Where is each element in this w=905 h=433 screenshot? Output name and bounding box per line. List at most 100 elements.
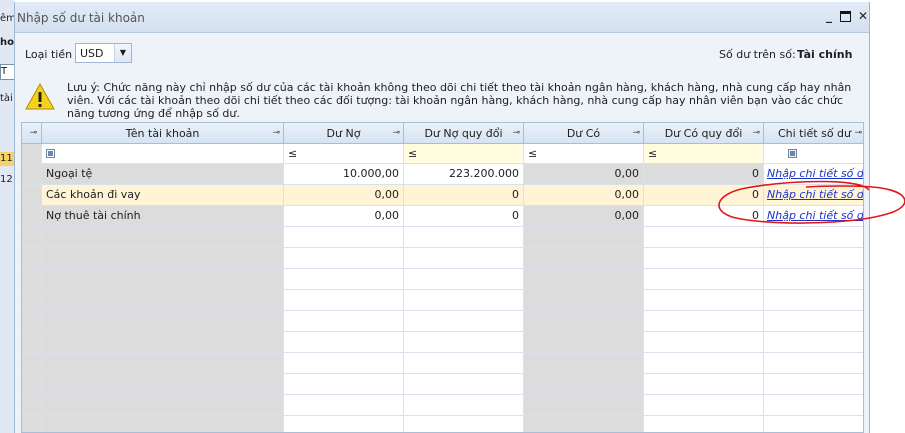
dialog-titlebar[interactable]: Nhập số dư tài khoản _ ✕ xyxy=(15,2,869,33)
empty-grid-cell xyxy=(644,332,764,353)
close-icon: ✕ xyxy=(857,9,869,23)
pin-icon[interactable]: ⊸ xyxy=(392,123,400,144)
empty-grid-cell xyxy=(22,416,42,432)
credit-converted-cell: 0 xyxy=(644,164,764,185)
debit-cell[interactable]: 10.000,00 xyxy=(284,164,404,185)
row-indicator[interactable] xyxy=(22,206,42,227)
empty-grid-cell xyxy=(42,269,284,290)
pin-icon[interactable]: ⊸ xyxy=(512,123,520,144)
maximize-button[interactable] xyxy=(837,8,853,24)
filter-checkbox-icon[interactable] xyxy=(46,149,55,158)
account-name-cell: Các khoản đi vay xyxy=(42,185,284,206)
balance-book-value: Tài chính xyxy=(797,48,853,61)
filter-checkbox-icon[interactable] xyxy=(788,149,797,158)
empty-grid-cell xyxy=(404,248,524,269)
row-indicator-header[interactable]: ⊸ xyxy=(22,123,42,144)
empty-grid-cell xyxy=(644,269,764,290)
dialog-title: Nhập số dư tài khoản xyxy=(17,11,145,25)
filter-credit[interactable]: ≤ xyxy=(524,144,644,164)
account-name-cell: Nợ thuê tài chính xyxy=(42,206,284,227)
empty-grid-cell xyxy=(404,227,524,248)
column-header-debit-converted[interactable]: Dư Nợ quy đổi ⊸ xyxy=(404,123,524,144)
column-header-credit-converted[interactable]: Dư Có quy đổi ⊸ xyxy=(644,123,764,144)
background-fragment: 12 xyxy=(0,174,13,185)
empty-grid-cell xyxy=(284,290,404,311)
filter-indicator-cell xyxy=(22,144,42,164)
grid-empty-area xyxy=(22,227,863,432)
empty-grid-cell xyxy=(764,290,863,311)
minimize-button[interactable]: _ xyxy=(821,8,837,24)
row-indicator[interactable] xyxy=(22,185,42,206)
enter-balance-detail-link[interactable]: Nhập chi tiết số dư xyxy=(767,209,863,222)
debit-cell[interactable]: 0,00 xyxy=(284,185,404,206)
filter-balance-detail[interactable] xyxy=(764,144,863,164)
empty-grid-cell xyxy=(284,395,404,416)
empty-grid-cell xyxy=(524,353,644,374)
empty-grid-cell xyxy=(644,395,764,416)
empty-grid-cell xyxy=(644,374,764,395)
debit-converted-cell[interactable]: 0 xyxy=(404,185,524,206)
empty-grid-cell xyxy=(284,227,404,248)
pin-icon[interactable]: ⊸ xyxy=(854,123,862,144)
empty-grid-cell xyxy=(42,374,284,395)
column-header-balance-detail[interactable]: Chi tiết số dư ⊸ xyxy=(764,123,863,144)
empty-grid-cell xyxy=(22,395,42,416)
enter-balance-detail-link[interactable]: Nhập chi tiết số dư xyxy=(767,188,863,201)
empty-grid-cell xyxy=(22,332,42,353)
empty-grid-cell xyxy=(404,374,524,395)
empty-grid-cell xyxy=(764,248,863,269)
empty-grid-cell xyxy=(404,290,524,311)
note-text: Lưu ý: Chức năng này chỉ nhập số dư của … xyxy=(67,81,852,120)
debit-cell[interactable]: 0,00 xyxy=(284,206,404,227)
empty-grid-cell xyxy=(42,227,284,248)
empty-grid-cell xyxy=(764,374,863,395)
empty-grid-cell xyxy=(644,416,764,432)
empty-grid-cell xyxy=(524,290,644,311)
empty-grid-cell xyxy=(22,227,42,248)
filter-debit[interactable]: ≤ xyxy=(284,144,404,164)
column-header-debit[interactable]: Dư Nợ ⊸ xyxy=(284,123,404,144)
credit-converted-cell[interactable]: 0 xyxy=(644,206,764,227)
empty-grid-cell xyxy=(524,248,644,269)
credit-cell[interactable]: 0,00 xyxy=(524,185,644,206)
debit-converted-cell[interactable]: 223.200.000 xyxy=(404,164,524,185)
close-button[interactable]: ✕ xyxy=(855,8,871,24)
empty-grid-cell xyxy=(42,395,284,416)
row-indicator[interactable] xyxy=(22,164,42,185)
debit-converted-cell[interactable]: 0 xyxy=(404,206,524,227)
background-fragment: 11 xyxy=(0,152,14,166)
empty-grid-cell xyxy=(404,353,524,374)
empty-grid-cell xyxy=(284,353,404,374)
empty-grid-cell xyxy=(284,311,404,332)
filter-account-name[interactable] xyxy=(42,144,284,164)
currency-select[interactable]: USD ▼ xyxy=(75,43,132,63)
column-header-account-name[interactable]: Tên tài khoản ⊸ xyxy=(42,123,284,144)
balance-detail-cell: Nhập chi tiết số dư xyxy=(764,164,863,185)
background-fragment: tài xyxy=(0,93,13,104)
empty-grid-cell xyxy=(42,353,284,374)
filter-credit-converted[interactable]: ≤ xyxy=(644,144,764,164)
empty-grid-cell xyxy=(22,353,42,374)
column-header-credit[interactable]: Dư Có ⊸ xyxy=(524,123,644,144)
empty-grid-cell xyxy=(524,227,644,248)
balance-entry-dialog: Nhập số dư tài khoản _ ✕ Loại tiền USD ▼… xyxy=(14,2,905,433)
empty-grid-cell xyxy=(22,374,42,395)
chevron-down-icon[interactable]: ▼ xyxy=(114,44,131,62)
background-fragment: ho xyxy=(0,37,14,48)
empty-grid-cell xyxy=(22,290,42,311)
pin-icon[interactable]: ⊸ xyxy=(29,123,37,144)
empty-grid-cell xyxy=(764,311,863,332)
account-balance-grid: ⊸ Tên tài khoản ⊸ Dư Nợ ⊸ Dư Nợ quy đổi ⊸ D… xyxy=(21,122,864,433)
empty-grid-cell xyxy=(22,248,42,269)
pin-icon[interactable]: ⊸ xyxy=(752,123,760,144)
pin-icon[interactable]: ⊸ xyxy=(272,123,280,144)
pin-icon[interactable]: ⊸ xyxy=(632,123,640,144)
filter-debit-converted[interactable]: ≤ xyxy=(404,144,524,164)
balance-detail-cell: Nhập chi tiết số dư xyxy=(764,185,863,206)
empty-grid-cell xyxy=(644,248,764,269)
enter-balance-detail-link[interactable]: Nhập chi tiết số dư xyxy=(767,167,863,180)
credit-converted-cell[interactable]: 0 xyxy=(644,185,764,206)
maximize-icon xyxy=(839,11,851,22)
empty-grid-cell xyxy=(524,374,644,395)
empty-grid-cell xyxy=(42,416,284,432)
